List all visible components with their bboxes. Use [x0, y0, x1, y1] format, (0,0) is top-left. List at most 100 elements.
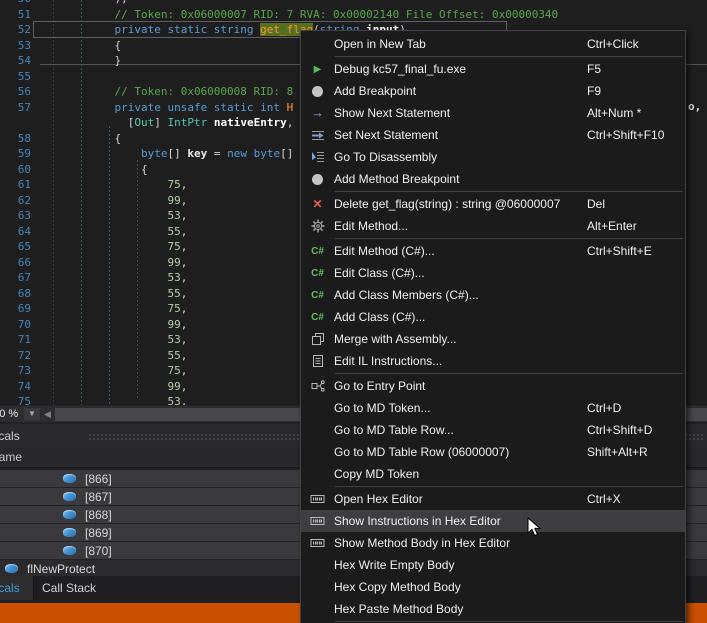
locals-title: Locals [0, 424, 20, 448]
mouse-cursor [527, 517, 543, 539]
menu-item[interactable]: Go to Entry Point [301, 375, 685, 397]
line-number: 67 [0, 270, 31, 286]
menu-item[interactable]: C#Edit Method (C#)...Ctrl+Shift+E [301, 240, 685, 262]
menu-item-label: Set Next Statement [334, 128, 587, 142]
code-line-text: 53, [31, 332, 187, 348]
variable-icon [63, 492, 76, 501]
menu-item-label: Go To Disassembly [334, 150, 587, 164]
arrow-right-icon: → [301, 102, 334, 125]
line-number: 56 [0, 84, 31, 100]
line-number: 63 [0, 208, 31, 224]
tab-locals[interactable]: Locals [0, 576, 34, 600]
menu-item[interactable]: Edit IL Instructions... [301, 350, 685, 372]
menu-item-shortcut: Ctrl+Shift+D [587, 423, 685, 437]
code-token: key [187, 147, 207, 160]
code-token: 99 [35, 194, 181, 207]
editor-zoom-level[interactable]: 100 % [0, 407, 18, 422]
menu-item-shortcut: Shift+Alt+R [587, 445, 685, 459]
code-token: 75 [35, 178, 181, 191]
menu-item-label: Copy MD Token [334, 467, 587, 481]
menu-item[interactable]: →Show Next StatementAlt+Num * [301, 102, 685, 124]
menu-item[interactable]: Show Method Body in Hex Editor [301, 532, 685, 554]
menu-item[interactable]: Edit Method...Alt+Enter [301, 215, 685, 237]
code-token: 53 [35, 209, 181, 222]
line-number: 71 [0, 332, 31, 348]
code-token: , [181, 256, 188, 269]
menu-item[interactable]: Copy MD Token [301, 463, 685, 485]
code-token: , [181, 240, 188, 253]
menu-item[interactable]: Go to MD Table Row...Ctrl+Shift+D [301, 419, 685, 441]
line-number: 62 [0, 193, 31, 209]
code-token: // Token: 0x06000007 RID: 7 RVA: 0x00002… [35, 8, 558, 21]
code-line-text: { [31, 131, 121, 147]
code-line-text: byte[] key = new byte[] [31, 146, 293, 162]
menu-item-label: Open in New Tab [334, 37, 587, 51]
menu-item-label: Add Method Breakpoint [334, 172, 587, 186]
code-line-text: 99, [31, 255, 187, 271]
menu-item[interactable]: Hex Copy Method Body [301, 576, 685, 598]
menu-item-label: Debug kc57_final_fu.exe [334, 62, 587, 76]
code-line-text: 53, [31, 270, 187, 286]
line-number: 57 [0, 100, 31, 116]
context-menu: Open in New TabCtrl+Click ▶Debug kc57_fin… [300, 30, 686, 623]
code-token: , [181, 209, 188, 222]
menu-item-label: Delete get_flag(string) : string @060000… [334, 197, 587, 211]
menu-item[interactable]: C#Add Class Members (C#)... [301, 284, 685, 306]
variable-icon [63, 510, 76, 519]
menu-item[interactable]: C#Edit Class (C#)... [301, 262, 685, 284]
menu-item[interactable]: Add BreakpointF9 [301, 80, 685, 102]
code-line[interactable]: 51 // Token: 0x06000007 RID: 7 RVA: 0x00… [0, 7, 707, 23]
variable-name: flNewProtect [27, 562, 95, 576]
menu-item-label: Show Next Statement [334, 106, 587, 120]
menu-item[interactable]: ✕Delete get_flag(string) : string @06000… [301, 193, 685, 215]
code-token: 75 [35, 364, 181, 377]
tab-call-stack[interactable]: Call Stack [42, 576, 96, 600]
code-token: , [181, 380, 188, 393]
code-token: byte [35, 147, 167, 160]
menu-item[interactable]: Hex Paste Method Body [301, 598, 685, 620]
code-line-text: { [31, 38, 121, 54]
menu-item[interactable]: Go to MD Table Row (06000007)Shift+Alt+R [301, 441, 685, 463]
code-token: , [181, 364, 188, 377]
menu-item-shortcut: Ctrl+Shift+E [587, 244, 685, 258]
code-token: 99 [35, 256, 181, 269]
code-line-text: 75, [31, 363, 187, 379]
line-number: 53 [0, 38, 31, 54]
code-token: private static string [35, 23, 260, 36]
menu-item[interactable]: Open in New TabCtrl+Click [301, 33, 685, 55]
code-token: 55 [35, 287, 181, 300]
menu-item[interactable]: C#Add Class (C#)... [301, 306, 685, 328]
menu-item[interactable]: Open Hex EditorCtrl+X [301, 488, 685, 510]
name-column-header: Name [0, 448, 22, 467]
breakpoint-icon [301, 80, 334, 102]
menu-item-label: Open Hex Editor [334, 492, 587, 506]
code-line-text: 75, [31, 301, 187, 317]
variable-name: [867] [85, 490, 112, 504]
code-token: IntPtr [167, 116, 207, 129]
zoom-dropdown-button[interactable]: ▼ [24, 408, 40, 420]
line-number: 60 [0, 162, 31, 178]
code-line-text: 99, [31, 317, 187, 333]
play-icon: ▶ [301, 58, 334, 81]
menu-item[interactable]: Show Instructions in Hex Editor [301, 510, 685, 532]
line-number: 59 [0, 146, 31, 162]
gear-icon [301, 215, 334, 237]
menu-item[interactable]: Go To Disassembly [301, 146, 685, 168]
line-number: 54 [0, 53, 31, 69]
menu-item-shortcut: F9 [587, 84, 685, 98]
scroll-left-arrow-icon[interactable]: ◀ [44, 408, 51, 421]
menu-item[interactable]: Add Method Breakpoint [301, 168, 685, 190]
line-number: 61 [0, 177, 31, 193]
menu-item[interactable]: Merge with Assembly... [301, 328, 685, 350]
menu-separator [335, 486, 683, 487]
code-token: { [35, 132, 121, 145]
menu-item[interactable]: Go to MD Token...Ctrl+D [301, 397, 685, 419]
code-line-text: private unsafe static int H [31, 100, 293, 116]
line-number: 72 [0, 348, 31, 364]
menu-item[interactable]: Hex Write Empty Body [301, 554, 685, 576]
menu-item[interactable]: ▶Debug kc57_final_fu.exeF5 [301, 58, 685, 80]
line-number: 51 [0, 7, 31, 23]
edit-il-icon [301, 350, 334, 372]
code-line-text: 55, [31, 224, 187, 240]
menu-item[interactable]: Set Next StatementCtrl+Shift+F10 [301, 124, 685, 146]
